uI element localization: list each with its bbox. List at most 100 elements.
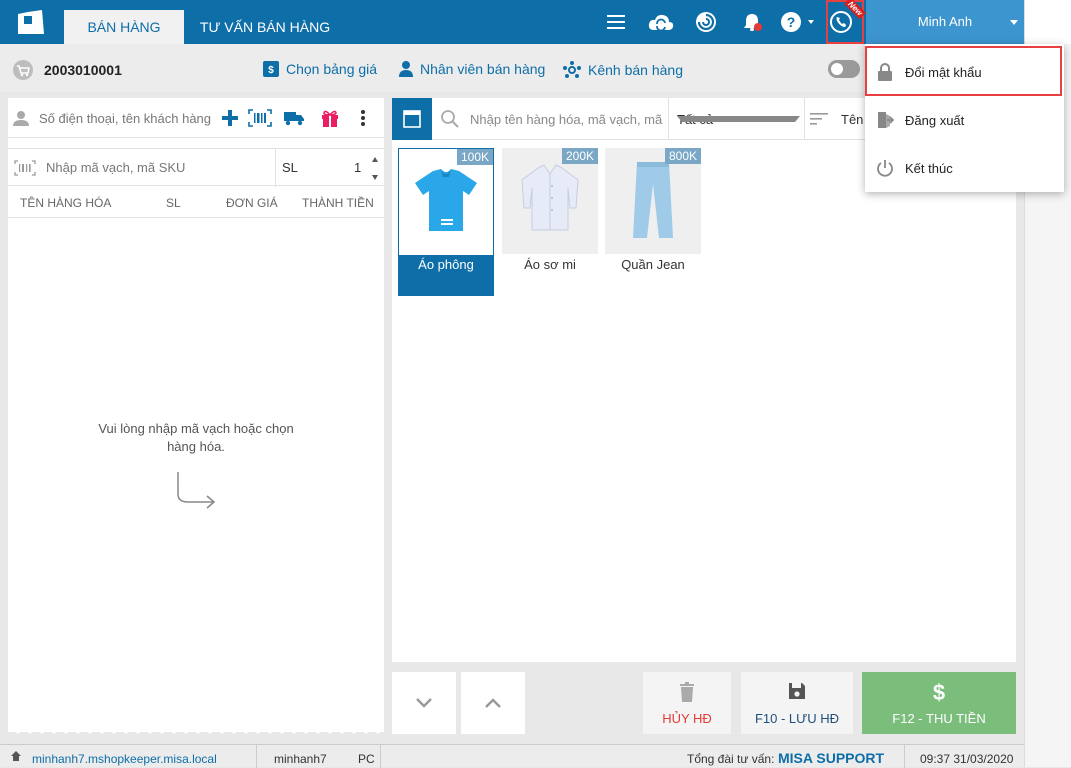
scroll-down-button[interactable] (392, 672, 456, 734)
category-select[interactable]: Tất cả (668, 98, 804, 140)
product-name: Áo phông (418, 257, 474, 272)
price-list-label: Chọn bảng giá (286, 61, 378, 77)
status-bar: minhanh7.mshopkeeper.misa.local minhanh7… (0, 744, 1024, 768)
stepper-up-icon[interactable] (372, 157, 378, 162)
grid-view-button[interactable] (392, 98, 432, 140)
menu-item-exit[interactable]: Kết thúc (865, 144, 1064, 192)
chevron-up-icon (485, 698, 501, 708)
chevron-down-icon (416, 698, 432, 708)
staff-icon (399, 61, 413, 77)
quantity-label: SL (282, 160, 298, 175)
product-price: 200K (561, 148, 598, 164)
sales-channel-button[interactable]: Kênh bán hàng (562, 60, 683, 80)
menu-item-label: Kết thúc (905, 161, 953, 176)
quantity-value[interactable]: 1 (354, 160, 361, 175)
sort-icon (810, 113, 828, 125)
shirt-icon (521, 164, 579, 231)
curved-arrow-icon (177, 472, 216, 509)
user-name: Minh Anh (917, 14, 973, 29)
empty-cart-message: Vui lòng nhập mã vạch hoặc chọn hàng hóa… (8, 420, 384, 456)
chevron-down-icon (1010, 20, 1018, 25)
logout-icon (875, 110, 895, 130)
save-invoice-label: F10 - LƯU HĐ (754, 711, 840, 726)
menu-item-logout[interactable]: Đăng xuất (865, 96, 1064, 144)
user-menu-button[interactable]: Minh Anh (866, 0, 1024, 44)
user-dropdown-menu: Đổi mật khẩu Đăng xuất Kết thúc (865, 44, 1064, 192)
sort-select[interactable]: Tên (804, 98, 874, 140)
menu-item-change-password[interactable]: Đổi mật khẩu (865, 48, 1064, 96)
empty-line-2: hàng hóa. (167, 439, 225, 454)
help-icon[interactable]: ? (780, 10, 816, 34)
tab-ban-hang[interactable]: BÁN HÀNG (64, 10, 184, 44)
trash-icon (680, 682, 694, 702)
home-icon (11, 751, 21, 761)
product-name: Áo sơ mi (524, 257, 576, 272)
cloud-sync-icon[interactable] (648, 10, 674, 34)
support-link[interactable]: MISA SUPPORT (778, 750, 884, 766)
product-tile-quan-jean[interactable]: 800K Quần Jean (605, 148, 701, 296)
barcode-scan-icon[interactable] (248, 109, 272, 127)
more-options-icon[interactable] (360, 109, 366, 127)
menu-item-label: Đổi mật khẩu (905, 65, 982, 80)
svg-text:$: $ (268, 65, 274, 76)
col-total: THÀNH TIỀN (302, 196, 374, 210)
jeans-icon (633, 162, 673, 238)
window-icon (403, 110, 421, 128)
empty-line-1: Vui lòng nhập mã vạch hoặc chọn (98, 421, 294, 436)
price-list-button[interactable]: $ Chọn bảng giá (262, 60, 377, 78)
domain-link[interactable]: minhanh7.mshopkeeper.misa.local (32, 752, 217, 766)
pay-button[interactable]: $ F12 - THU TIỀN (862, 672, 1016, 734)
svg-text:?: ? (787, 14, 796, 30)
pay-label: F12 - THU TIỀN (892, 711, 986, 726)
menu-item-label: Đăng xuất (905, 113, 965, 128)
receipt-edge (8, 726, 384, 734)
cancel-invoice-label: HỦY HĐ (662, 711, 712, 726)
product-image: 200K (502, 148, 598, 254)
person-icon (13, 111, 29, 126)
save-invoice-button[interactable]: F10 - LƯU HĐ (741, 672, 853, 734)
dollar-icon: $ (932, 680, 946, 705)
product-search-input[interactable]: Nhập tên hàng hóa, mã vạch, mã (470, 112, 662, 127)
product-image: 800K (605, 148, 701, 254)
network-icon (563, 61, 581, 78)
power-icon (875, 158, 895, 178)
misa-logo-icon (18, 10, 44, 34)
product-image: 100K (399, 149, 493, 255)
cart-icon (13, 60, 33, 80)
order-number: 2003010001 (44, 62, 122, 78)
customer-search-input[interactable]: Số điện thoại, tên khách hàng (39, 111, 211, 126)
search-icon (441, 110, 459, 128)
sku-input[interactable]: Nhập mã vạch, mã SKU (46, 160, 185, 175)
sort-value: Tên (841, 112, 864, 127)
chevron-down-icon (677, 116, 800, 122)
gift-icon[interactable] (320, 108, 340, 128)
tab-tu-van-ban-hang[interactable]: TƯ VẤN BÁN HÀNG (190, 10, 340, 44)
quantity-stepper[interactable]: SL 1 (275, 149, 384, 187)
stepper-down-icon[interactable] (372, 175, 378, 180)
sales-staff-label: Nhân viên bán hàng (420, 61, 546, 77)
hamburger-menu-icon[interactable] (604, 10, 628, 34)
barcode-icon (14, 160, 36, 176)
customer-row: Số điện thoại, tên khách hàng (8, 98, 384, 138)
top-bar: BÁN HÀNG TƯ VẤN BÁN HÀNG ? New Minh Anh (0, 0, 1071, 44)
product-tile-ao-phong[interactable]: 100K Áo phông (398, 148, 494, 296)
product-price: 100K (456, 149, 493, 165)
sales-staff-button[interactable]: Nhân viên bán hàng (398, 60, 545, 78)
status-user: minhanh7 (274, 752, 327, 766)
cart-panel: Số điện thoại, tên khách hàng Nhập mã vạ… (8, 98, 384, 732)
col-unit-price: ĐƠN GIÁ (226, 196, 278, 210)
product-price: 800K (664, 148, 701, 164)
swirl-app-icon[interactable] (694, 10, 718, 34)
product-name: Quần Jean (621, 257, 685, 272)
product-tile-ao-so-mi[interactable]: 200K Áo sơ mi (502, 148, 598, 296)
support-label: Tổng đài tư vấn: (687, 752, 775, 766)
save-icon (789, 683, 805, 699)
delivery-truck-icon[interactable] (283, 110, 305, 126)
cancel-invoice-button[interactable]: HỦY HĐ (643, 672, 731, 734)
scroll-up-button[interactable] (461, 672, 525, 734)
bell-icon[interactable] (740, 10, 764, 34)
mode-toggle[interactable] (828, 60, 860, 78)
add-customer-icon[interactable] (221, 109, 239, 127)
col-product-name: TÊN HÀNG HÓA (20, 196, 112, 210)
status-device: PC (358, 752, 375, 766)
